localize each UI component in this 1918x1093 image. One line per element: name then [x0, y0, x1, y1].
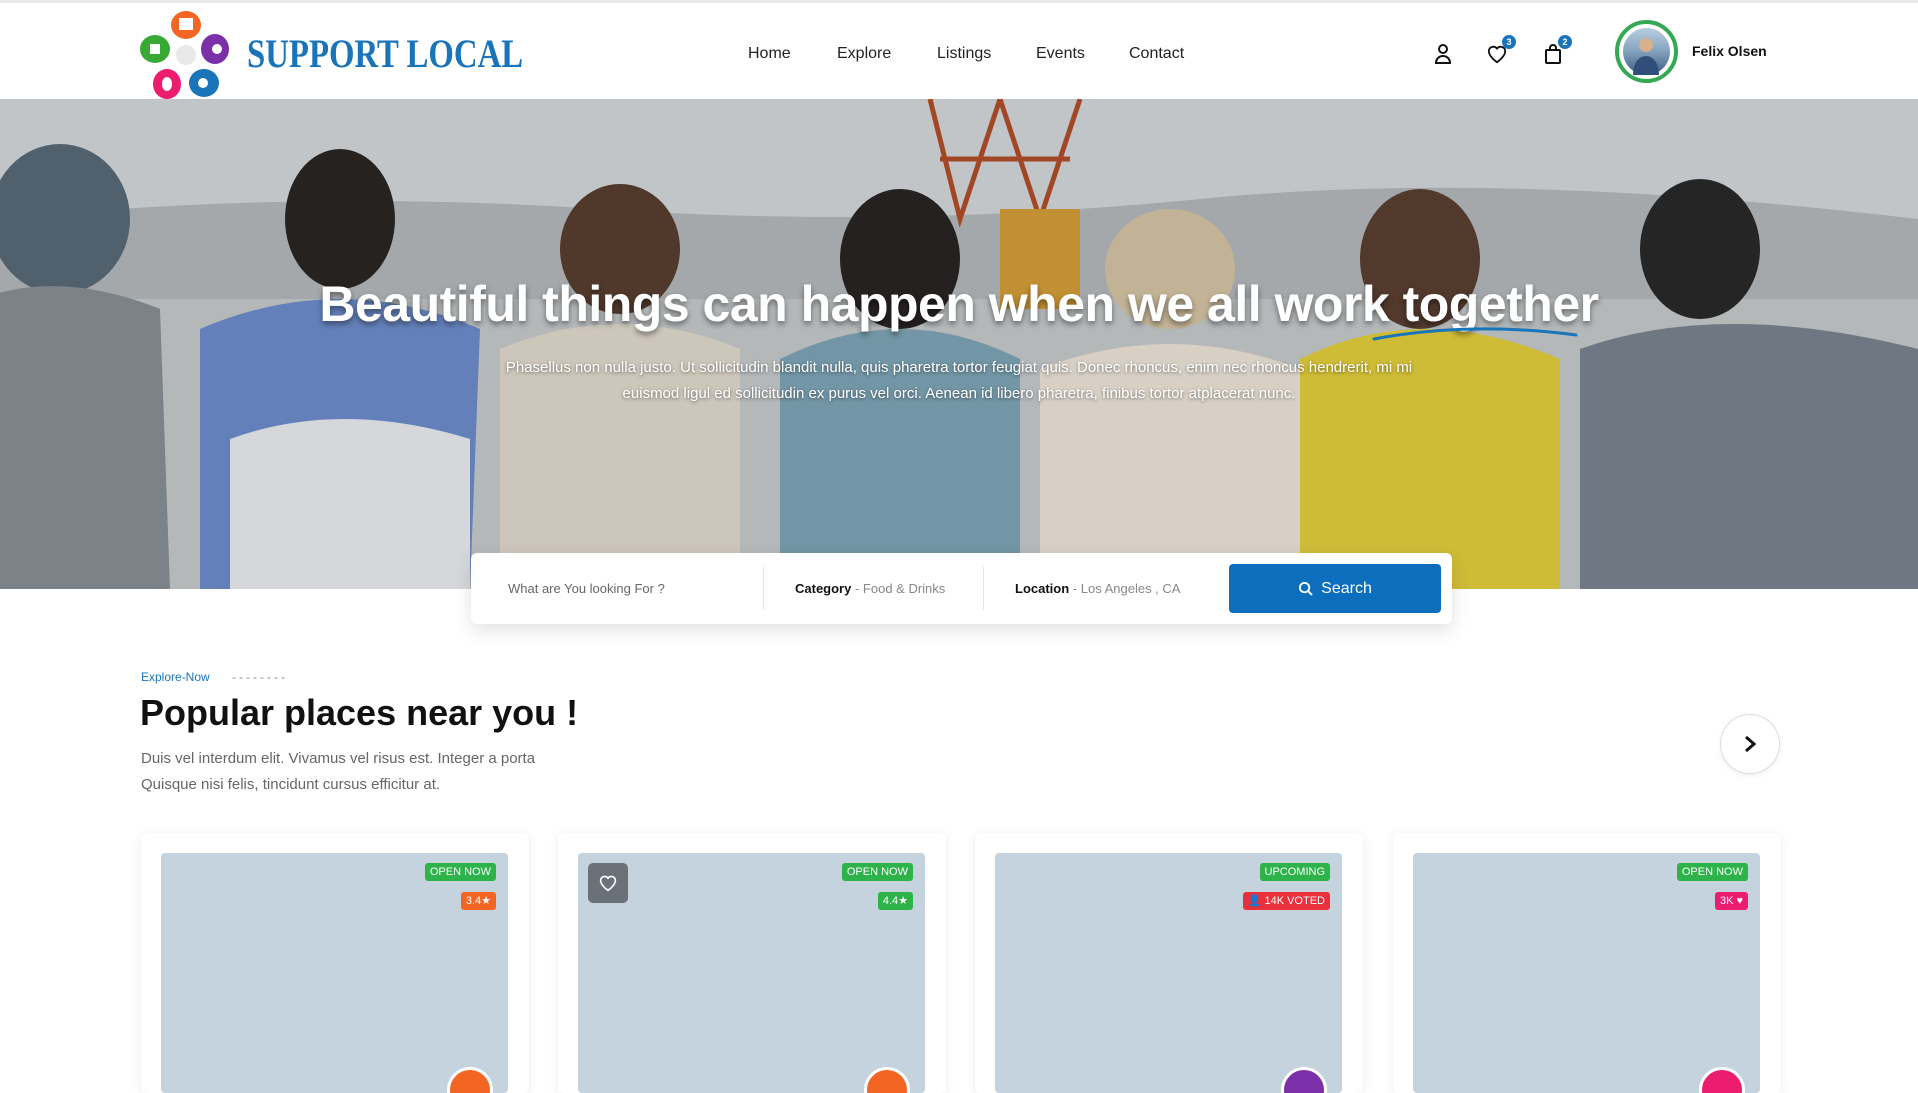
place-card[interactable]: OPEN NOW 4.4★ [558, 833, 946, 1093]
eyebrow-dash: -------- [232, 670, 288, 684]
place-card-image: UPCOMING 👤 14K VOTED [995, 853, 1342, 1093]
listing-avatar[interactable] [864, 1067, 910, 1093]
wishlist-icon[interactable]: 3 [1484, 35, 1516, 67]
place-card[interactable]: UPCOMING 👤 14K VOTED [975, 833, 1363, 1093]
site-header: SUPPORT LOCAL Home Explore Listings Even… [0, 0, 1918, 99]
category-label: Category [795, 581, 852, 596]
listing-avatar[interactable] [1699, 1067, 1745, 1093]
rating-badge: 3.4★ [460, 892, 496, 910]
hero-background-image [0, 99, 1918, 589]
nav-events[interactable]: Events [1036, 45, 1085, 63]
favorite-button[interactable] [588, 863, 628, 903]
user-name[interactable]: Felix Olsen [1692, 43, 1767, 59]
hero-title: Beautiful things can happen when we all … [319, 276, 1599, 332]
location-label: Location [1015, 581, 1070, 596]
search-button-label: Search [1321, 579, 1372, 597]
likes-badge: 3K ♥ [1714, 892, 1748, 910]
chevron-right-icon [1745, 735, 1757, 753]
brand-logo[interactable] [139, 9, 234, 101]
category-select[interactable]: Category - Food & Drinks [795, 581, 945, 596]
place-card[interactable]: OPEN NOW 3.4★ [141, 833, 529, 1093]
hero-banner: Beautiful things can happen when we all … [0, 99, 1918, 589]
place-card[interactable]: OPEN NOW 3K ♥ [1393, 833, 1781, 1093]
brand-name[interactable]: SUPPORT LOCAL [247, 30, 523, 77]
search-bar: What are You looking For ? Category - Fo… [471, 553, 1452, 624]
wishlist-count-badge: 3 [1502, 35, 1516, 49]
status-badge: UPCOMING [1259, 863, 1330, 881]
nav-contact[interactable]: Contact [1129, 45, 1184, 63]
status-badge: OPEN NOW [1676, 863, 1748, 881]
listing-avatar[interactable] [447, 1067, 493, 1093]
nav-listings[interactable]: Listings [937, 45, 991, 63]
search-input[interactable]: What are You looking For ? [508, 581, 665, 596]
place-card-image: OPEN NOW 3K ♥ [1413, 853, 1760, 1093]
listing-avatar[interactable] [1281, 1067, 1327, 1093]
cart-count-badge: 2 [1558, 35, 1572, 49]
next-arrow-button[interactable] [1720, 714, 1780, 774]
rating-badge: 4.4★ [877, 892, 913, 910]
person-icon: 👤 [1247, 895, 1262, 907]
place-card-image: OPEN NOW 3.4★ [161, 853, 508, 1093]
location-select[interactable]: Location - Los Angeles , CA [1015, 581, 1180, 596]
search-icon [1299, 581, 1313, 596]
status-badge: OPEN NOW [841, 863, 913, 881]
section-description: Duis vel interdum elit. Vivamus vel risu… [141, 750, 536, 793]
search-divider [983, 567, 984, 610]
search-button[interactable]: Search [1229, 564, 1441, 613]
status-badge: OPEN NOW [424, 863, 496, 881]
title-underline-decoration [1372, 327, 1578, 341]
user-avatar[interactable] [1615, 20, 1678, 83]
nav-explore[interactable]: Explore [837, 45, 891, 63]
cart-icon[interactable]: 2 [1540, 35, 1572, 67]
votes-count: 14K VOTED [1264, 895, 1325, 907]
place-card-image: OPEN NOW 4.4★ [578, 853, 925, 1093]
nav-home[interactable]: Home [748, 45, 791, 63]
section-title: Popular places near you ! [140, 692, 579, 733]
heart-icon [599, 875, 617, 892]
section-eyebrow: Explore-Now [141, 670, 210, 684]
user-icon[interactable] [1430, 41, 1456, 67]
location-value: - Los Angeles , CA [1072, 581, 1181, 596]
category-value: - Food & Drinks [854, 581, 946, 596]
hero-subtitle: Phasellus non nulla justo. Ut sollicitud… [505, 359, 1413, 402]
avatar-image [1623, 28, 1670, 75]
search-divider [763, 567, 764, 610]
votes-badge: 👤 14K VOTED [1242, 892, 1330, 910]
